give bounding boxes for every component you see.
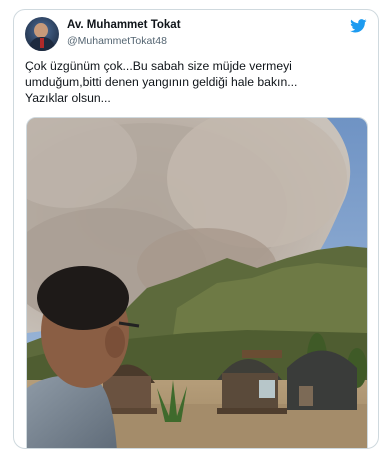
profile-avatar[interactable]	[25, 17, 59, 51]
tweet-text: Çok üzgünüm çok...Bu sabah size müjde ve…	[25, 58, 370, 106]
author-handle[interactable]: @MuhammetTokat48	[67, 35, 167, 47]
tweet-text-line: Çok üzgünüm çok...Bu sabah size müjde ve…	[25, 59, 292, 73]
avatar-head	[34, 23, 48, 38]
avatar-tie	[40, 38, 44, 48]
tweet-photo[interactable]	[26, 117, 368, 448]
twitter-bird-icon[interactable]	[350, 19, 367, 33]
tweet-card[interactable]: Av. Muhammet Tokat @MuhammetTokat48 Çok …	[13, 9, 379, 449]
author-name[interactable]: Av. Muhammet Tokat	[67, 19, 181, 31]
tweet-text-line: umduğum,bitti denen yangının geldiği hal…	[25, 75, 298, 89]
tweet-text-line: Yazıklar olsun...	[25, 91, 111, 105]
wildfire-photo	[27, 118, 367, 448]
